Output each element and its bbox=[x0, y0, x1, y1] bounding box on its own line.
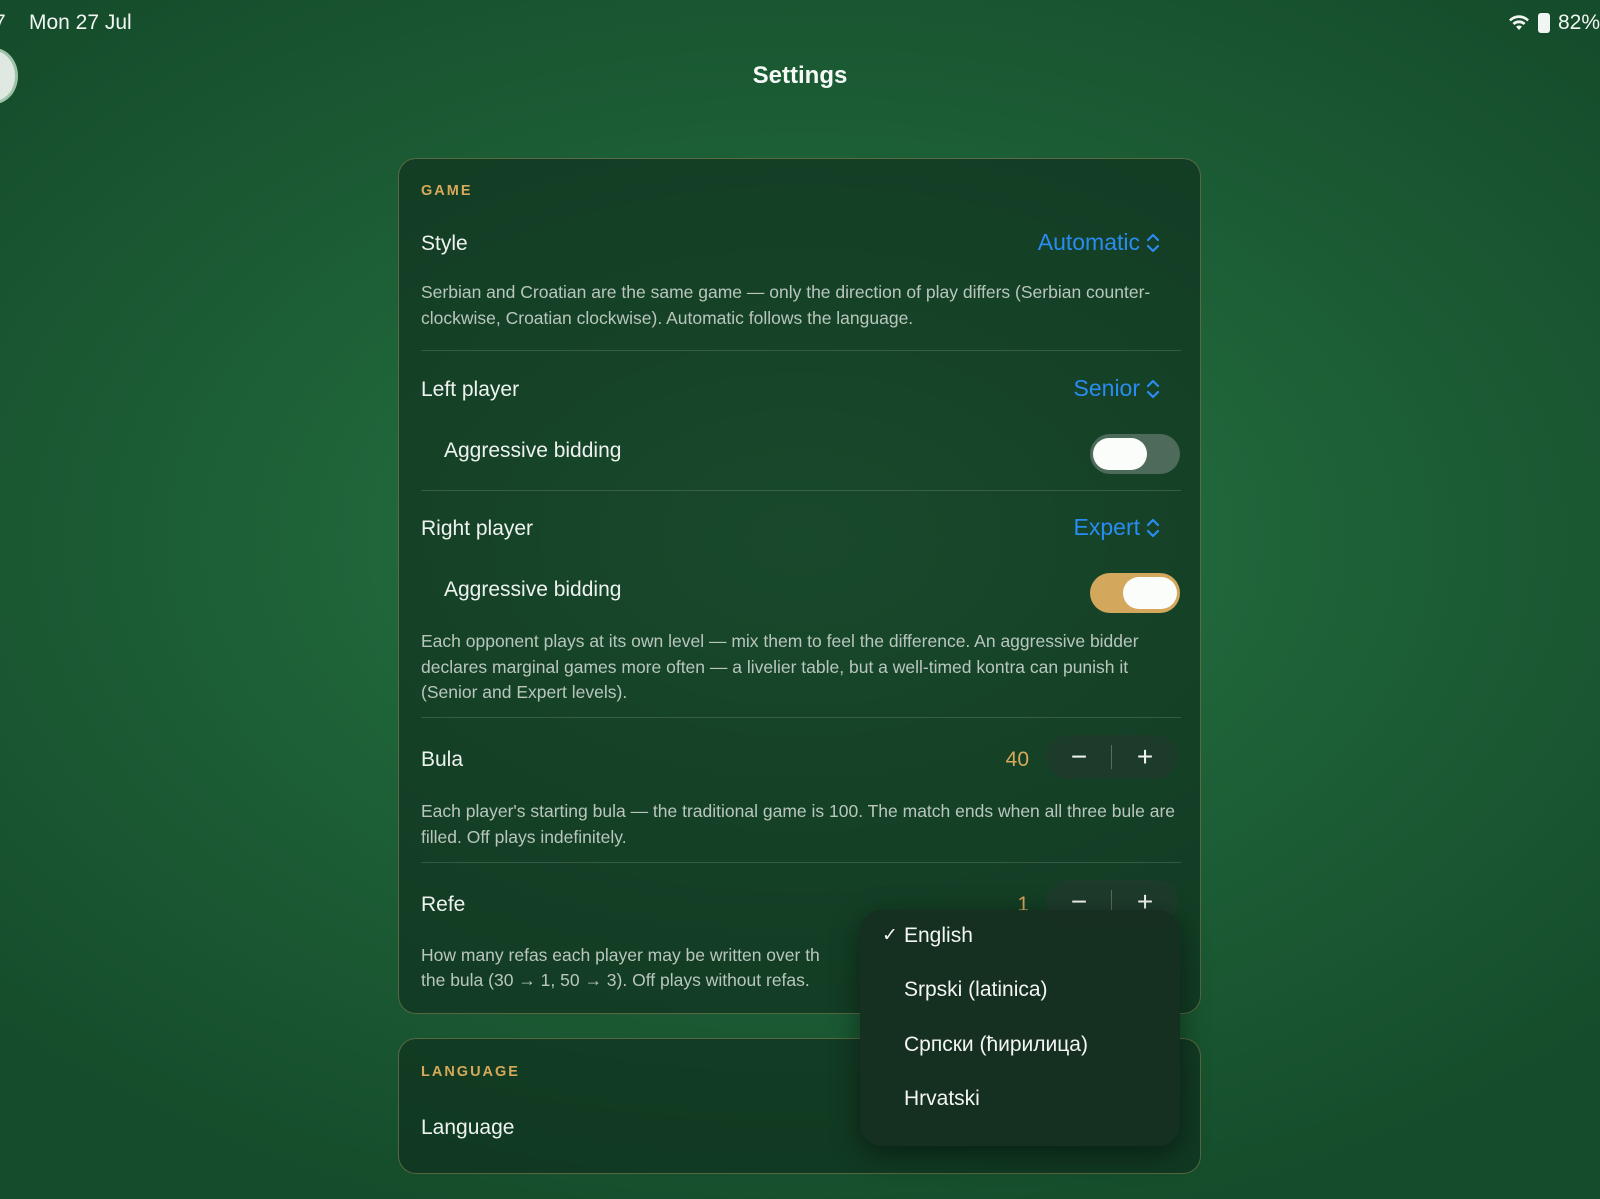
language-option-label: English bbox=[904, 924, 973, 947]
right-aggressive-label: Aggressive bidding bbox=[444, 578, 622, 601]
bula-increment-button[interactable]: + bbox=[1112, 735, 1178, 779]
style-description: Serbian and Croatian are the same game —… bbox=[421, 282, 1151, 328]
language-label: Language bbox=[421, 1116, 515, 1139]
language-option-srpski-cirilica[interactable]: Српски (ћирилица) bbox=[860, 1019, 1180, 1073]
checkmark-icon: ✓ bbox=[882, 925, 898, 946]
battery-icon bbox=[1537, 13, 1550, 33]
left-player-value: Senior bbox=[1073, 375, 1140, 401]
chevron-up-down-icon bbox=[1146, 518, 1160, 537]
language-section-header: LANGUAGE bbox=[421, 1064, 520, 1080]
style-label: Style bbox=[421, 232, 468, 255]
bula-description: Each player's starting bula — the tradit… bbox=[421, 801, 1176, 847]
bula-stepper[interactable]: − + bbox=[1046, 735, 1178, 779]
style-picker-value: Automatic bbox=[1037, 229, 1140, 255]
divider bbox=[421, 862, 1181, 863]
chevron-up-down-icon bbox=[1146, 233, 1160, 252]
right-player-value: Expert bbox=[1073, 514, 1140, 540]
divider bbox=[421, 717, 1181, 718]
bula-value: 40 bbox=[1005, 748, 1029, 771]
toggle-knob bbox=[1093, 438, 1147, 470]
status-time: 7 bbox=[0, 11, 6, 35]
left-player-picker[interactable]: Senior bbox=[1074, 375, 1160, 402]
refe-label: Refe bbox=[421, 893, 466, 916]
players-description: Each opponent plays at its own level — m… bbox=[421, 631, 1139, 702]
toggle-knob bbox=[1123, 577, 1177, 609]
left-player-label: Left player bbox=[421, 378, 520, 401]
left-aggressive-toggle[interactable] bbox=[1090, 434, 1180, 474]
language-option-label: Srpski (latinica) bbox=[904, 978, 1048, 1001]
bula-label: Bula bbox=[421, 748, 464, 771]
language-option-srpski-latinica[interactable]: Srpski (latinica) bbox=[860, 964, 1180, 1018]
language-option-label: Српски (ћирилица) bbox=[904, 1033, 1088, 1056]
right-aggressive-toggle[interactable] bbox=[1090, 573, 1180, 613]
battery-percent: 82% bbox=[1557, 11, 1600, 34]
language-option-english[interactable]: ✓ English bbox=[860, 910, 1180, 964]
status-right: 82% bbox=[1508, 11, 1600, 35]
status-bar: 7 Mon 27 Jul 82% bbox=[0, 0, 1600, 46]
divider bbox=[421, 350, 1181, 351]
language-option-label: Hrvatski bbox=[904, 1087, 980, 1110]
game-section-header: GAME bbox=[421, 183, 473, 199]
game-settings-card: GAME Style Automatic Serbian and Croatia… bbox=[398, 158, 1201, 1014]
left-aggressive-label: Aggressive bidding bbox=[444, 439, 622, 462]
bula-decrement-button[interactable]: − bbox=[1046, 735, 1112, 779]
wifi-icon bbox=[1508, 15, 1529, 30]
chevron-up-down-icon bbox=[1146, 379, 1160, 398]
right-player-label: Right player bbox=[421, 517, 534, 540]
right-player-picker[interactable]: Expert bbox=[1074, 514, 1160, 541]
page-title: Settings bbox=[752, 62, 848, 89]
status-date: Mon 27 Jul bbox=[29, 11, 132, 34]
divider bbox=[421, 490, 1181, 491]
style-picker[interactable]: Automatic bbox=[1038, 229, 1160, 256]
language-menu: ✓ English Srpski (latinica) Српски (ћири… bbox=[860, 910, 1180, 1146]
language-option-hrvatski[interactable]: Hrvatski bbox=[860, 1073, 1180, 1127]
